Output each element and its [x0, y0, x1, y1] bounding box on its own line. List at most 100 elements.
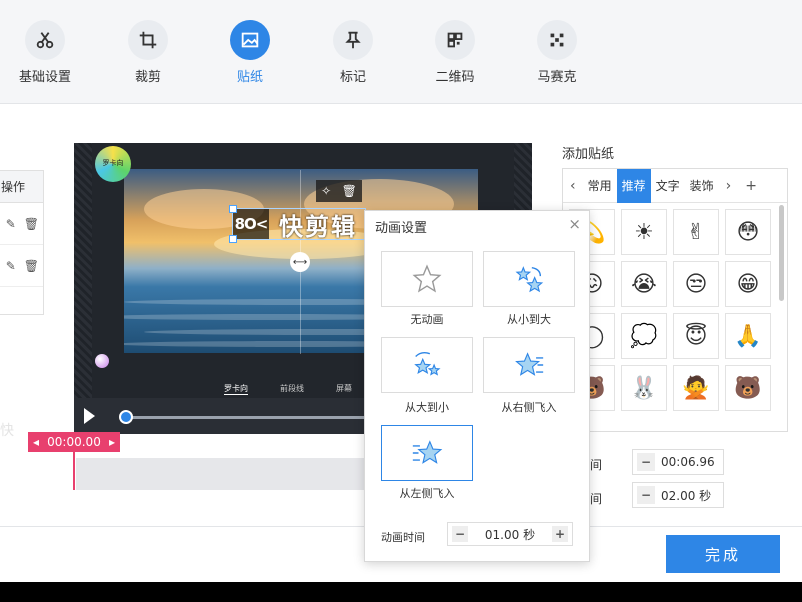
tab-text[interactable]: 文字	[651, 169, 685, 203]
list-item: ✎ 🗑	[0, 245, 43, 287]
pin-icon	[345, 31, 361, 49]
delete-icon[interactable]: 🗑	[24, 217, 39, 231]
list-item: ✎ 🗑	[0, 203, 43, 245]
decrement-button[interactable]: −	[637, 486, 655, 504]
anim-option-none[interactable]	[381, 251, 473, 307]
edit-icon[interactable]: ✎	[6, 259, 16, 273]
resize-handle[interactable]	[229, 235, 237, 243]
qrcode-icon	[447, 32, 463, 48]
dialog-title: 动画设置	[375, 221, 428, 236]
star-shrink-icon	[414, 352, 441, 376]
anim-duration-value: 01.00 秒	[484, 527, 536, 542]
increment-button[interactable]: +	[551, 526, 568, 542]
anim-duration-label: 动画时间	[381, 531, 425, 544]
tool-mark[interactable]: 标记	[318, 20, 388, 85]
timeline-needle[interactable]	[73, 450, 75, 490]
video-caption-labels: 罗卡向 前段线 屏幕	[224, 383, 352, 395]
timeline-track[interactable]	[76, 458, 376, 490]
decrement-button[interactable]: −	[452, 526, 468, 542]
logo-badge: 罗卡向	[95, 146, 131, 182]
list-header: 操作	[0, 171, 43, 203]
tool-sticker[interactable]: 贴纸	[215, 20, 285, 85]
sticker-text: 快剪辑	[279, 212, 357, 241]
sticker-item[interactable]: ☀	[621, 209, 667, 255]
tool-label: 贴纸	[236, 70, 263, 85]
star-fly-left-icon	[412, 440, 443, 464]
progress-knob[interactable]	[119, 410, 133, 424]
anim-option-label: 从左侧飞入	[399, 487, 455, 500]
sticker-grid: 💫 ☀ ✌ 😳 😖 😭 😒 😁 ◯ 💭 😇 🙏 🐻 🐰 🙅 🐻	[569, 209, 771, 411]
start-time-field[interactable]: − 00:06.96	[632, 449, 724, 475]
step-back-icon[interactable]: ◂	[33, 435, 39, 449]
anim-option-label: 从大到小	[405, 401, 449, 414]
decrement-button[interactable]: −	[637, 453, 655, 471]
tool-label: 标记	[339, 70, 366, 85]
tool-basic-settings[interactable]: 基础设置	[10, 20, 80, 85]
resize-handle[interactable]	[229, 205, 237, 213]
edit-icon[interactable]: ✎	[6, 217, 16, 231]
tool-label: 裁剪	[134, 70, 161, 85]
tab-recommend[interactable]: 推荐	[616, 168, 651, 203]
sticker-item[interactable]: 🙏	[725, 313, 771, 359]
sticker-item[interactable]: 😁	[725, 261, 771, 307]
pin-icon[interactable]: ✧	[321, 184, 331, 198]
rotate-handle-icon[interactable]: ⟷	[290, 252, 310, 272]
delete-icon[interactable]: 🗑	[24, 259, 39, 273]
tool-qrcode[interactable]: 二维码	[420, 20, 490, 85]
sticker-item[interactable]: 💭	[621, 313, 667, 359]
anim-duration-field[interactable]: − 01.00 秒 +	[447, 522, 573, 546]
caption-label: 屏幕	[336, 384, 352, 393]
start-time-value: 00:06.96	[661, 455, 715, 469]
step-forward-icon[interactable]: ▸	[109, 435, 115, 449]
sticker-item[interactable]: 🐰	[621, 365, 667, 411]
caption-label: 前段线	[280, 384, 304, 393]
sticker-toolbar: ✧ 🗑	[316, 180, 362, 202]
star-grow-icon	[515, 266, 544, 293]
anim-option-zoom-out[interactable]	[381, 337, 473, 393]
star-fly-right-icon	[515, 352, 544, 376]
close-icon[interactable]: ×	[568, 215, 581, 233]
delete-icon[interactable]: 🗑	[342, 184, 357, 198]
current-time-chip[interactable]: ◂ 00:00.00 ▸	[28, 432, 120, 452]
anim-option-label: 无动画	[410, 313, 444, 326]
play-icon[interactable]	[84, 408, 95, 424]
chevron-right-icon[interactable]: ›	[719, 178, 739, 194]
add-icon[interactable]: +	[738, 178, 764, 194]
toolbar: 基础设置 裁剪 贴纸 标记 二维码 马赛克	[0, 0, 802, 104]
sticker-item[interactable]: ✌	[673, 209, 719, 255]
chevron-left-icon[interactable]: ‹	[563, 178, 583, 194]
watermark: 快	[0, 423, 14, 439]
tool-label: 基础设置	[18, 70, 71, 85]
tool-mosaic[interactable]: 马赛克	[522, 20, 592, 85]
sticker-item[interactable]: 😒	[673, 261, 719, 307]
scrollbar[interactable]	[779, 205, 784, 301]
tab-common[interactable]: 常用	[583, 169, 617, 203]
sticker-item[interactable]: 😳	[725, 209, 771, 255]
sticker-list-panel: 操作 ✎ 🗑 ✎ 🗑	[0, 170, 44, 315]
current-time: 00:00.00	[47, 435, 101, 449]
sticker-tabs: ‹ 常用 推荐 文字 装饰 › +	[563, 168, 787, 203]
tool-crop[interactable]: 裁剪	[113, 20, 183, 85]
tool-label: 二维码	[435, 70, 475, 85]
sticker-item[interactable]: 🐻	[725, 365, 771, 411]
screen-edge	[0, 582, 802, 602]
duration-value: 02.00 秒	[661, 488, 712, 503]
anim-option-zoom-in[interactable]	[483, 251, 575, 307]
selected-sticker[interactable]: 8O< 快剪辑	[229, 205, 366, 243]
anim-option-label: 从右侧飞入	[501, 401, 557, 414]
crop-icon	[139, 31, 157, 49]
pink-dot	[95, 354, 109, 368]
anim-option-fly-left[interactable]	[381, 425, 473, 481]
anim-option-fly-right[interactable]	[483, 337, 575, 393]
done-button[interactable]: 完成	[666, 535, 780, 573]
sticker-item[interactable]: 🙅	[673, 365, 719, 411]
duration-field[interactable]: − 02.00 秒	[632, 482, 724, 508]
sticker-item[interactable]: 😭	[621, 261, 667, 307]
letterbox-left	[74, 143, 92, 398]
sticker-item[interactable]: 😇	[673, 313, 719, 359]
anim-option-label: 从小到大	[507, 313, 551, 326]
scissors-icon	[36, 32, 54, 49]
tab-decor[interactable]: 装饰	[685, 169, 719, 203]
animation-settings-dialog: 动画设置 × 无动画 从小到大 从大到小 从右侧飞入 从左侧飞入 动画时间 − …	[364, 210, 590, 562]
image-icon	[241, 32, 259, 48]
